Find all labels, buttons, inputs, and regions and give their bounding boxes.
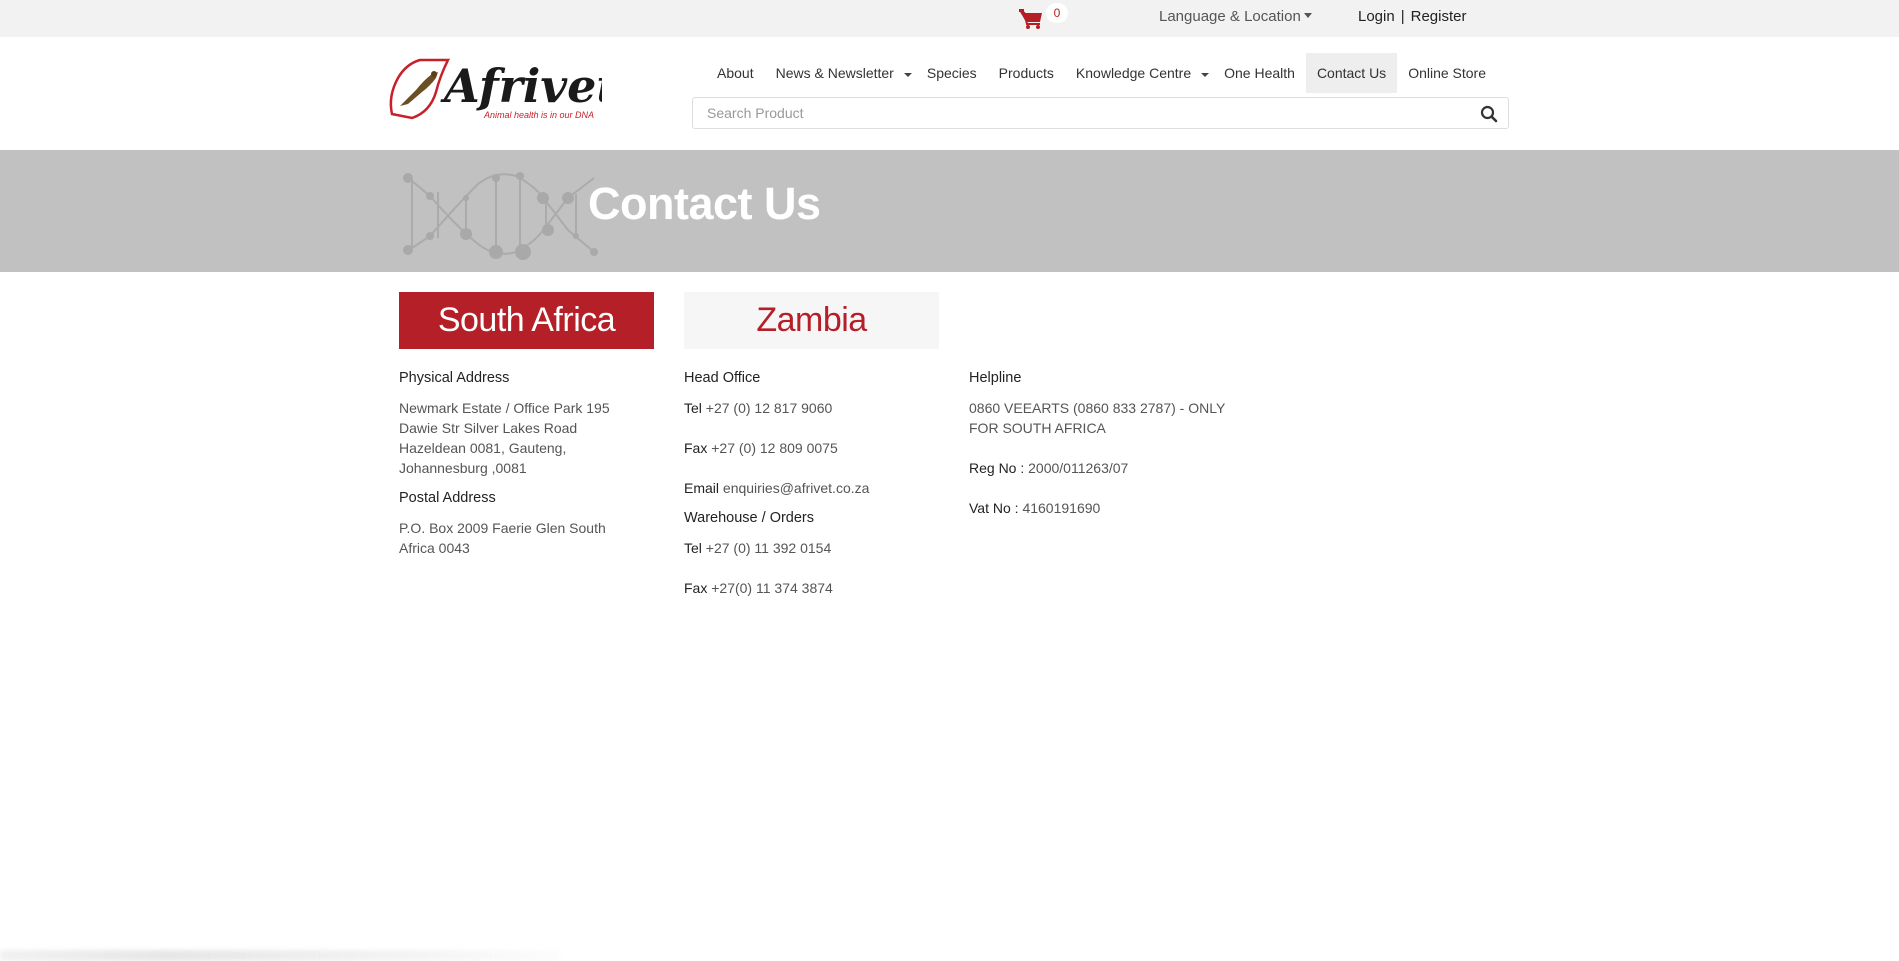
main-nav: About News & Newsletter Species Products… — [706, 53, 1497, 93]
helpline-line: FOR SOUTH AFRICA — [969, 420, 1106, 436]
address-line: Dawie Str Silver Lakes Road — [399, 420, 578, 436]
head-office-fax: Fax +27 (0) 12 809 0075 — [684, 438, 944, 458]
reg-label: Reg No : — [969, 460, 1025, 476]
address-line: Newmark Estate / Office Park 195 — [399, 400, 610, 416]
warehouse-tel: Tel +27 (0) 11 392 0154 — [684, 538, 944, 558]
reg-value: 2000/011263/07 — [1028, 460, 1129, 476]
dropdown-caret-icon — [1201, 73, 1210, 77]
fax-value: +27 (0) 12 809 0075 — [711, 440, 838, 456]
offices-column: Head Office Tel +27 (0) 12 817 9060 Fax … — [684, 368, 944, 618]
tel-value[interactable]: +27 (0) 11 392 0154 — [706, 540, 831, 556]
tel-value[interactable]: +27 (0) 12 817 9060 — [706, 400, 833, 416]
physical-address-heading: Physical Address — [399, 370, 510, 386]
top-utility-bar: 0 Language & Location Login | Register — [0, 0, 1899, 37]
nav-item-products[interactable]: Products — [988, 53, 1065, 93]
email-link[interactable]: enquiries@afrivet.co.za — [723, 480, 870, 496]
nav-item-online-store[interactable]: Online Store — [1397, 53, 1497, 93]
dna-helix-icon — [403, 172, 598, 260]
helpline-column: Helpline 0860 VEEARTS (0860 833 2787) - … — [969, 368, 1249, 538]
nav-item-about[interactable]: About — [706, 53, 765, 93]
address-column: Physical Address Newmark Estate / Office… — [399, 368, 659, 578]
afrivet-logo[interactable]: Afrivet Animal health is in our DNA — [386, 56, 602, 126]
nav-item-species[interactable]: Species — [923, 53, 988, 93]
search-icon[interactable] — [1480, 105, 1498, 123]
address-line: P.O. Box 2009 Faerie Glen South — [399, 520, 606, 536]
dropdown-caret-icon — [903, 73, 912, 77]
postal-address: P.O. Box 2009 Faerie Glen South Africa 0… — [399, 518, 659, 558]
logo-tagline: Animal health is in our DNA — [483, 110, 594, 120]
nav-label: One Health — [1224, 65, 1295, 81]
tab-south-africa[interactable]: South Africa — [399, 292, 654, 349]
nav-label: Contact Us — [1316, 65, 1387, 81]
vat-label: Vat No : — [969, 500, 1019, 516]
register-link[interactable]: Register — [1411, 8, 1467, 25]
head-office-tel: Tel +27 (0) 12 817 9060 — [684, 398, 944, 418]
helpline-heading: Helpline — [969, 370, 1022, 386]
caret-down-icon — [1303, 13, 1312, 18]
page-title: Contact Us — [588, 178, 821, 229]
fax-label: Fax — [684, 580, 708, 596]
nav-item-knowledge-centre[interactable]: Knowledge Centre — [1065, 53, 1220, 93]
page-banner — [0, 150, 1899, 272]
address-line: Africa 0043 — [399, 540, 470, 556]
tel-label: Tel — [684, 400, 702, 416]
nav-item-contact-us[interactable]: Contact Us — [1305, 53, 1398, 93]
warehouse-fax: Fax +27(0) 11 374 3874 — [684, 578, 944, 598]
address-line: Hazeldean 0081, Gauteng, — [399, 440, 567, 456]
fax-label: Fax — [684, 440, 708, 456]
head-office-heading: Head Office — [684, 370, 761, 386]
helpline-text: 0860 VEEARTS (0860 833 2787) - ONLY FOR … — [969, 398, 1249, 438]
cart-count-badge: 0 — [1046, 3, 1068, 23]
postal-address-heading: Postal Address — [399, 490, 496, 506]
nav-label: About — [717, 65, 754, 81]
nav-label: Online Store — [1408, 65, 1487, 81]
nav-item-news-newsletter[interactable]: News & Newsletter — [765, 53, 923, 93]
warehouse-heading: Warehouse / Orders — [684, 510, 815, 526]
language-location-dropdown[interactable]: Language & Location — [1159, 8, 1312, 25]
fax-value: +27(0) 11 374 3874 — [711, 580, 833, 596]
nav-label: Products — [998, 65, 1054, 81]
product-search — [692, 97, 1509, 129]
auth-links: Login | Register — [1358, 8, 1466, 25]
auth-separator: | — [1400, 8, 1405, 25]
email-label: Email — [684, 480, 720, 496]
nav-label: Knowledge Centre — [1075, 65, 1192, 81]
physical-address: Newmark Estate / Office Park 195 Dawie S… — [399, 398, 659, 478]
address-line: Johannesburg ,0081 — [399, 460, 527, 476]
registration-number: Reg No : 2000/011263/07 — [969, 458, 1249, 478]
login-link[interactable]: Login — [1358, 8, 1395, 25]
vat-value: 4160191690 — [1022, 500, 1101, 516]
vat-number: Vat No : 4160191690 — [969, 498, 1249, 518]
tel-label: Tel — [684, 540, 702, 556]
helpline-line: 0860 VEEARTS (0860 833 2787) - ONLY — [969, 400, 1226, 416]
bottom-shadow — [0, 950, 560, 961]
logo-wordmark: Afrivet — [440, 59, 602, 113]
nav-label: News & Newsletter — [775, 65, 894, 81]
search-input[interactable] — [693, 98, 1453, 128]
nav-item-one-health[interactable]: One Health — [1220, 53, 1306, 93]
tab-zambia[interactable]: Zambia — [684, 292, 939, 349]
shopping-cart-icon[interactable] — [1018, 8, 1044, 30]
language-location-label: Language & Location — [1159, 8, 1301, 25]
head-office-email: Email enquiries@afrivet.co.za — [684, 478, 944, 498]
nav-label: Species — [926, 65, 977, 81]
